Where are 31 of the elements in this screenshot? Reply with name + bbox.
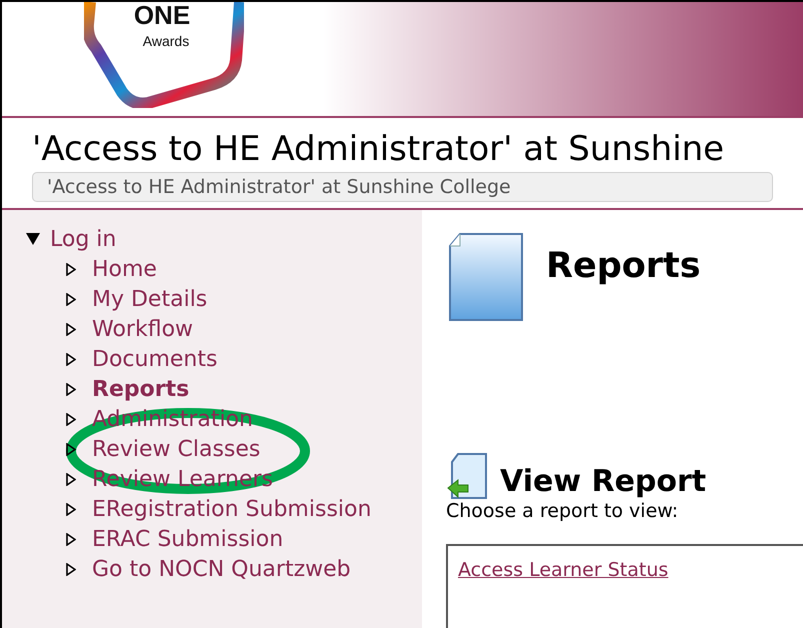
document-icon: [446, 232, 526, 324]
caret-right-icon[interactable]: [66, 382, 76, 396]
nav-link[interactable]: Review Classes: [92, 432, 260, 466]
caret-right-icon[interactable]: [66, 472, 76, 486]
section-heading: View Report: [500, 464, 706, 500]
caret-right-icon[interactable]: [66, 352, 76, 366]
page-title: 'Access to HE Administrator' at Sunshine: [32, 128, 726, 170]
subtitle-field: 'Access to HE Administrator' at Sunshine College: [32, 172, 773, 202]
document-arrow-icon: [446, 452, 490, 500]
report-link[interactable]: Access Learner Status: [458, 556, 803, 584]
caret-down-icon[interactable]: [26, 233, 40, 245]
nav-link[interactable]: Reports: [92, 372, 190, 406]
logo-drawing: ONE Awards: [84, 2, 244, 108]
caret-right-icon[interactable]: [66, 322, 76, 336]
nav-link[interactable]: My Details: [92, 282, 208, 316]
caret-right-icon[interactable]: [66, 292, 76, 306]
nav-link[interactable]: Workflow: [92, 312, 194, 346]
nav-link[interactable]: Documents: [92, 342, 218, 376]
caret-right-icon[interactable]: [66, 442, 76, 456]
prompt-text: Choose a report to view:: [446, 500, 680, 522]
nav-link[interactable]: Log in: [50, 222, 116, 256]
caret-right-icon[interactable]: [66, 502, 76, 516]
nav-link[interactable]: Home: [92, 252, 157, 286]
caret-right-icon[interactable]: [66, 262, 76, 276]
caret-right-icon[interactable]: [66, 562, 76, 576]
caret-right-icon[interactable]: [66, 412, 76, 426]
caret-right-icon[interactable]: [66, 532, 76, 546]
nav-link[interactable]: ERegistration Submission: [92, 492, 372, 526]
page-heading: Reports: [546, 245, 701, 288]
nav-link[interactable]: ERAC Submission: [92, 522, 284, 556]
nav-link[interactable]: Go to NOCN Quartzweb: [92, 552, 351, 586]
